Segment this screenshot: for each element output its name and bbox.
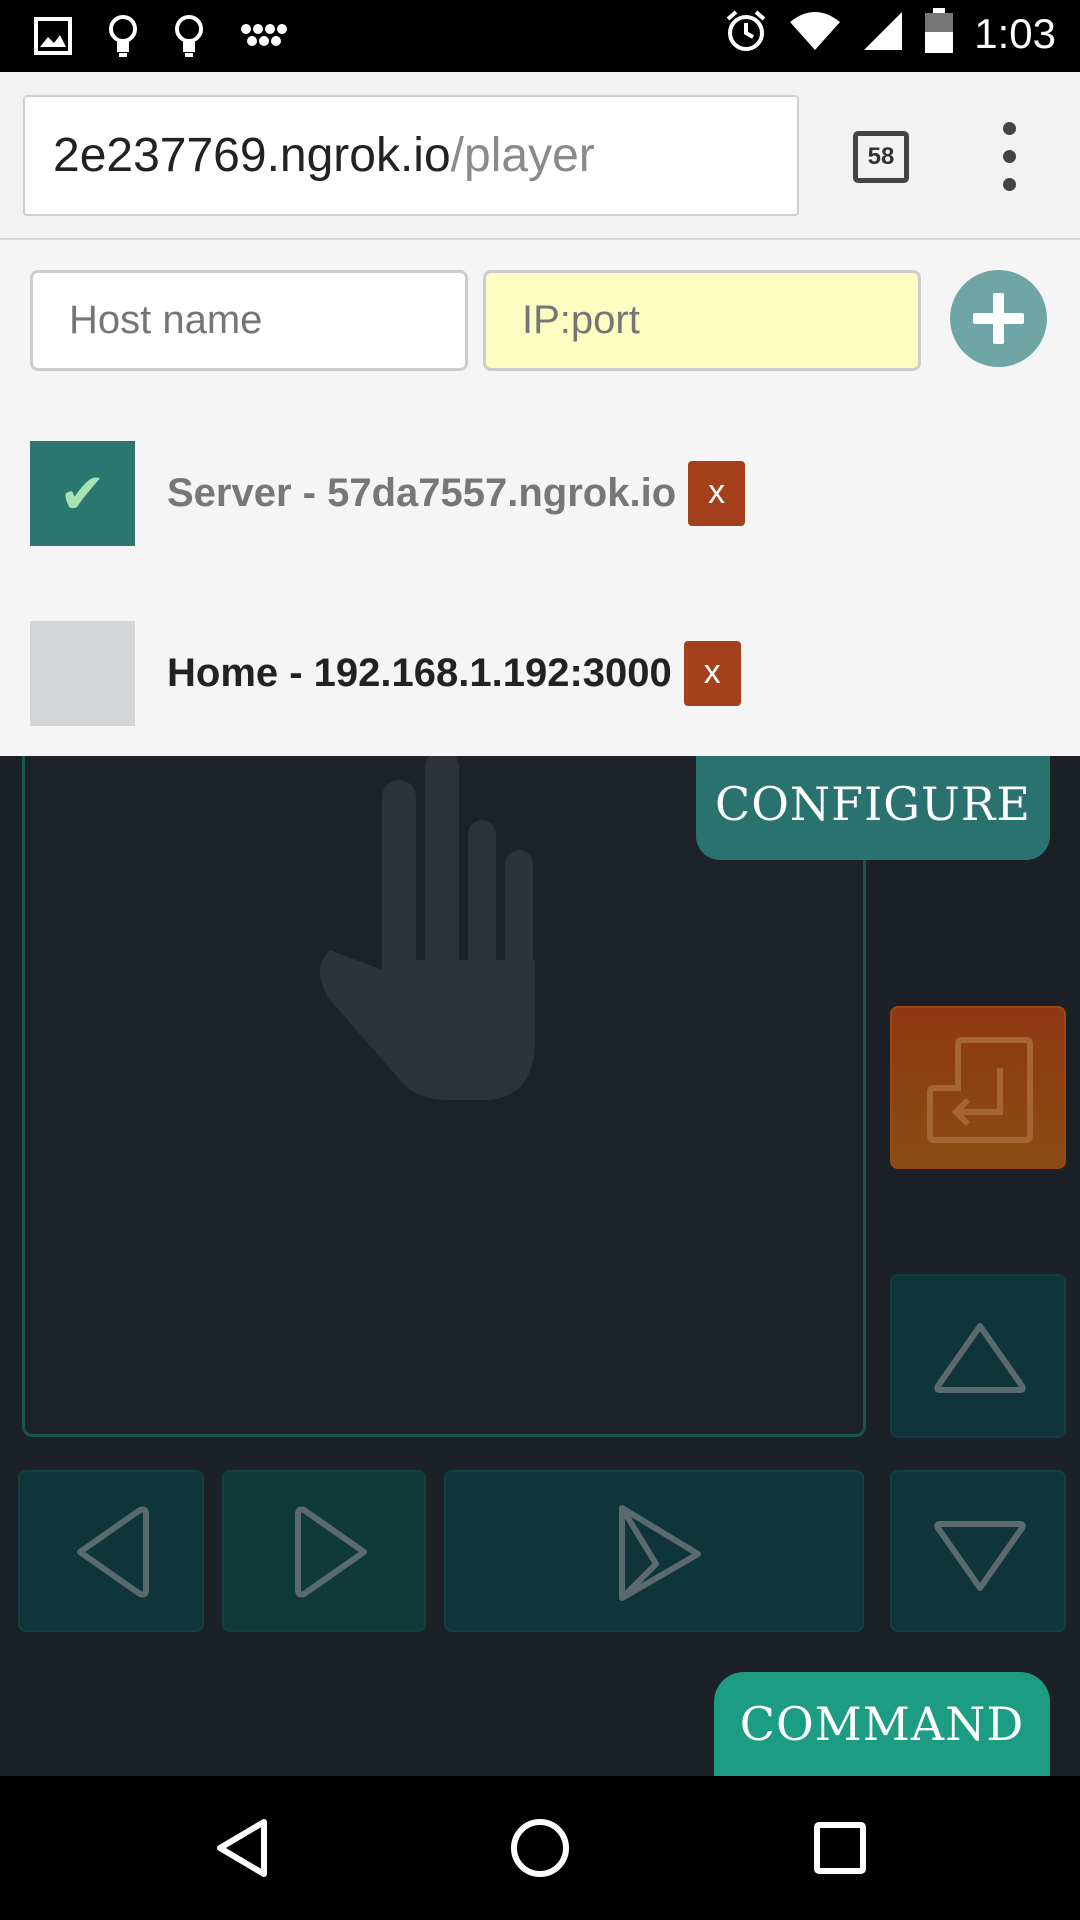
server-checkbox[interactable] [30, 621, 135, 726]
checkmark-icon: ✔ [59, 461, 106, 525]
left-arrow-icon [77, 1506, 149, 1598]
play-button[interactable] [444, 1470, 864, 1632]
cell-signal-icon [862, 10, 904, 57]
add-server-button[interactable] [950, 270, 1047, 367]
lightbulb-icon [108, 14, 138, 63]
image-icon [34, 17, 72, 60]
status-time: 1:03 [974, 9, 1056, 57]
wifi-icon [788, 10, 842, 57]
host-name-input[interactable] [30, 270, 468, 371]
delete-server-button[interactable]: x [683, 641, 741, 706]
up-button[interactable] [890, 1274, 1066, 1438]
battery-icon [924, 8, 954, 59]
player-app: CONFIGURE COMMAND Host name IP:port ✔ Se… [0, 240, 1080, 1776]
touch-hand-icon [300, 739, 582, 1105]
enter-button[interactable] [890, 1006, 1066, 1169]
right-arrow-icon [295, 1506, 367, 1598]
url-bar[interactable]: 2e237769.ngrok.io/player [23, 95, 799, 216]
url-host: 2e237769.ngrok.io [53, 129, 451, 182]
command-button[interactable]: COMMAND [714, 1672, 1050, 1776]
ip-port-input[interactable] [483, 270, 921, 371]
navigation-bar [0, 1776, 1080, 1920]
status-bar: 1:03 [0, 0, 1080, 72]
tab-switcher-button[interactable]: 58 [853, 131, 909, 183]
back-icon[interactable] [212, 1816, 272, 1885]
play-icon [619, 1505, 701, 1601]
url-path: /player [450, 129, 595, 182]
down-button[interactable] [890, 1470, 1066, 1632]
server-row: ✔ Server - 57da7557.ngrok.io x [30, 441, 746, 546]
up-arrow-icon [934, 1323, 1026, 1393]
lightbulb-icon [174, 14, 204, 63]
browser-toolbar: 2e237769.ngrok.io/player 58 [0, 72, 1080, 240]
down-arrow-icon [934, 1521, 1026, 1591]
dots-icon [240, 21, 288, 56]
right-button[interactable] [222, 1470, 426, 1632]
configure-button[interactable]: CONFIGURE [696, 740, 1050, 860]
enter-icon [927, 1037, 1033, 1143]
left-button[interactable] [18, 1470, 204, 1632]
server-row: Home - 192.168.1.192:3000 x [30, 621, 741, 726]
recents-icon[interactable] [812, 1816, 868, 1885]
delete-server-button[interactable]: x [688, 461, 746, 526]
server-label: Home - 192.168.1.192:3000 [167, 651, 672, 695]
home-icon[interactable] [510, 1816, 570, 1885]
overflow-menu-icon[interactable] [990, 122, 1030, 192]
server-config-panel: ✔ Server - 57da7557.ngrok.io x Home - 19… [0, 240, 1080, 756]
alarm-icon [724, 9, 768, 58]
server-label: Server - 57da7557.ngrok.io [167, 471, 677, 515]
server-checkbox[interactable]: ✔ [30, 441, 135, 546]
